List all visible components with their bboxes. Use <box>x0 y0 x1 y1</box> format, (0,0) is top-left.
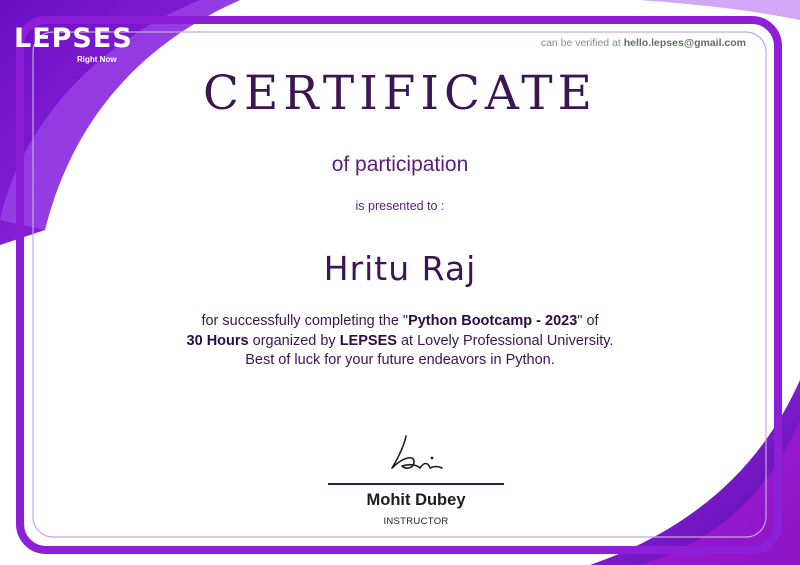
program-name: Python Bootcamp - 2023 <box>408 313 578 329</box>
body-line-2: 30 Hours organized by LEPSES at Lovely P… <box>0 332 800 352</box>
brand-logo: LEPSES Right Now <box>14 23 133 65</box>
signatory-role: INSTRUCTOR <box>383 516 449 527</box>
body-text: for successfully completing the " <box>201 313 409 329</box>
body-line-1: for successfully completing the "Python … <box>0 312 800 332</box>
body-text: at Lovely Professional University. <box>396 332 614 349</box>
verification-email: hello.lepses@gmail.com <box>623 37 746 49</box>
body-line-3: Best of luck for your future endeavors i… <box>245 352 555 368</box>
signature-line <box>328 483 504 485</box>
logo-wordmark: LEPSES <box>14 23 133 54</box>
certificate-page: LEPSES Right Now can be verified at hell… <box>0 0 800 565</box>
verification-prefix: can be verified at <box>540 37 621 49</box>
body-text: organized by <box>248 332 340 349</box>
certificate-title: CERTIFICATE <box>203 66 597 121</box>
presented-to-label: is presented to : <box>355 199 445 213</box>
verification-note: can be verified at hello.lepses@gmail.co… <box>541 37 746 49</box>
recipient-name: Hritu Raj <box>323 249 477 288</box>
signature <box>391 435 443 469</box>
certificate-subtitle: of participation <box>331 153 469 176</box>
organizer-name: LEPSES <box>339 332 397 349</box>
body-text: " of <box>577 313 599 329</box>
program-duration: 30 Hours <box>186 332 249 349</box>
signatory-name: Mohit Dubey <box>366 491 466 509</box>
logo-tagline: Right Now <box>77 55 117 64</box>
certificate-body: for successfully completing the "Python … <box>0 312 800 371</box>
